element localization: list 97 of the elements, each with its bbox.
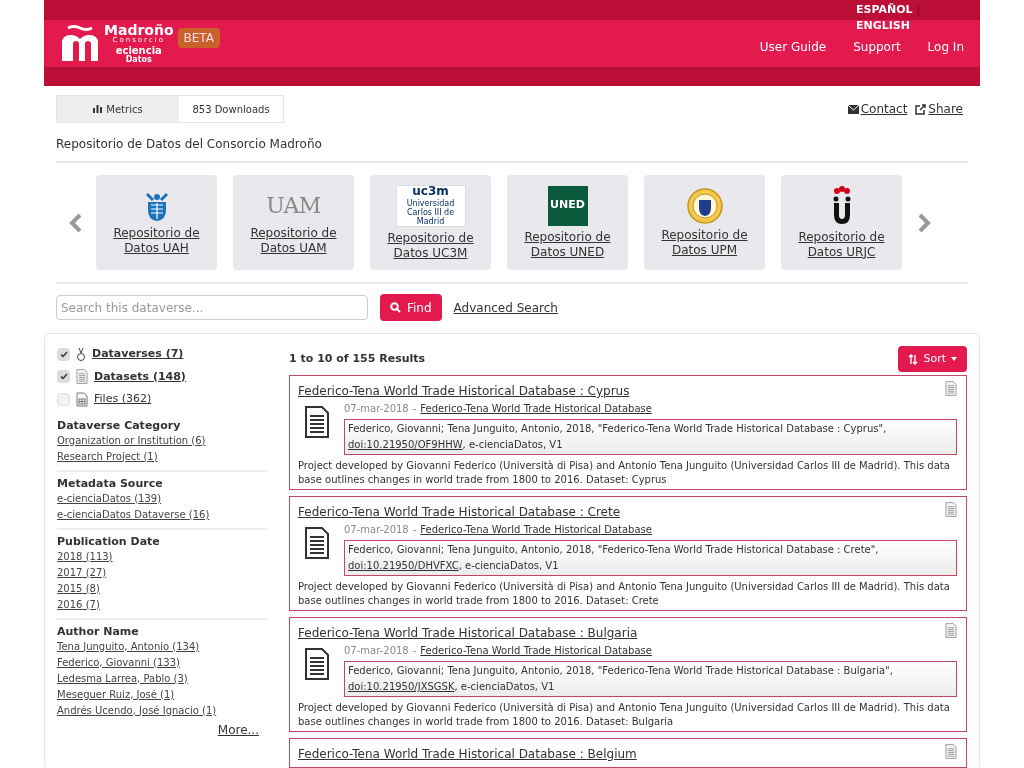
dataset-icon bbox=[945, 381, 957, 396]
type-checkbox[interactable] bbox=[57, 347, 70, 361]
sort-button[interactable]: Sort bbox=[898, 346, 967, 372]
contact-link[interactable]: Contact bbox=[847, 100, 908, 118]
check-icon bbox=[59, 373, 68, 381]
seal-logo bbox=[686, 187, 723, 224]
repository-link[interactable]: Repositorio de Datos URJC bbox=[791, 229, 892, 260]
nav-link[interactable]: Log In bbox=[927, 37, 964, 56]
result-title-link[interactable]: Federico-Tena World Trade Historical Database : Bulgaria bbox=[298, 626, 638, 640]
parent-dataverse-link[interactable]: Federico-Tena World Trade Historical Database bbox=[420, 402, 652, 416]
facet-link[interactable]: Ledesma Larrea, Pablo (3) bbox=[57, 672, 188, 684]
repository-link[interactable]: Repositorio de Datos UNED bbox=[517, 229, 618, 260]
file-icon bbox=[76, 391, 88, 407]
uc3m-logo: uc3m Universidad Carlos III de Madrid bbox=[395, 184, 466, 227]
dataverse-description: Repositorio de Datos del Consorcio Madroño bbox=[56, 135, 968, 163]
result-date: 07-mar-2018 bbox=[344, 644, 409, 658]
dataset-icon bbox=[304, 648, 330, 680]
result-title-link[interactable]: Federico-Tena World Trade Historical Database : Belgium bbox=[298, 747, 637, 761]
date-separator: - bbox=[412, 523, 417, 537]
nav-link[interactable]: Support bbox=[853, 37, 901, 56]
facet-heading: Publication Date bbox=[57, 533, 161, 549]
sort-icon bbox=[908, 353, 919, 365]
dataset-icon bbox=[304, 527, 330, 559]
repository-card[interactable]: Repositorio de Datos UPM bbox=[644, 175, 765, 270]
envelope-icon bbox=[847, 104, 859, 114]
doi-link[interactable]: doi:10.21950/DHVFXC bbox=[348, 560, 459, 571]
result-title-link[interactable]: Federico-Tena World Trade Historical Database : Crete bbox=[298, 505, 621, 519]
facet-link[interactable]: 2016 (7) bbox=[57, 598, 100, 610]
facet-link[interactable]: Meseguer Ruiz, José (1) bbox=[57, 688, 175, 700]
facet-heading: Author Name bbox=[57, 623, 140, 639]
uam-logo: UAM bbox=[266, 192, 321, 220]
find-button[interactable]: Find bbox=[380, 294, 442, 321]
citation: Federico, Giovanni; Tena Junguito, Antonio, 2018, "Federico-Tena World Trade Historical Database : Cyprus", doi:10.21950/OF9HHW, e-cienciaDatos, V1 bbox=[344, 419, 957, 455]
result-date: 07-mar-2018 bbox=[344, 523, 409, 537]
parent-dataverse-link[interactable]: Federico-Tena World Trade Historical Database bbox=[420, 523, 652, 537]
repository-card[interactable]: UAM Repositorio de Datos UAM bbox=[233, 175, 354, 270]
dataset-icon bbox=[945, 502, 957, 517]
facet-link[interactable]: 2015 (8) bbox=[57, 582, 100, 594]
facet-link[interactable]: Tena Junguito, Antonio (134) bbox=[57, 640, 200, 652]
parent-dataverse-link[interactable]: Federico-Tena World Trade Historical Database bbox=[420, 644, 652, 658]
facet-link[interactable]: e-cienciaDatos (139) bbox=[57, 492, 162, 504]
facet-link[interactable]: Organization or Institution (6) bbox=[57, 434, 206, 446]
repository-card[interactable]: Repositorio de Datos UAH bbox=[96, 175, 217, 270]
facet-link[interactable]: Federico, Giovanni (133) bbox=[57, 656, 180, 668]
facet-link[interactable]: 2017 (27) bbox=[57, 566, 107, 578]
caret-icon bbox=[951, 357, 957, 361]
type-filter-link[interactable]: Datasets (148) bbox=[94, 368, 186, 385]
nav-link[interactable]: User Guide bbox=[759, 37, 827, 56]
beta-badge: BETA bbox=[177, 27, 220, 48]
result-description: Project developed by Giovanni Federico (Università di Pisa) and Antonio Tena Junguito (Universidad Carlos III de Madrid). This data base outlines changes in world trade from 1800 to 2016. Dataset: Cyprus bbox=[298, 459, 951, 487]
more-link[interactable]: More... bbox=[217, 722, 259, 737]
result-description: Project developed by Giovanni Federico (Università di Pisa) and Antonio Tena Junguito (Universidad Carlos III de Madrid). This data base outlines changes in world trade from 1800 to 2016. Dataset: Crete bbox=[298, 580, 951, 608]
type-checkbox[interactable] bbox=[57, 370, 70, 384]
result-description: Project developed by Giovanni Federico (Università di Pisa) and Antonio Tena Junguito (Universidad Carlos III de Madrid). This data base outlines changes in world trade from 1800 to 2016. Dataset: Bulgaria bbox=[298, 701, 951, 729]
repository-link[interactable]: Repositorio de Datos UPM bbox=[654, 227, 755, 258]
logo-mark-icon bbox=[60, 24, 100, 63]
dataset-icon bbox=[945, 623, 957, 638]
date-separator: - bbox=[412, 402, 417, 416]
facet-link[interactable]: Research Project (1) bbox=[57, 450, 158, 462]
date-separator: - bbox=[412, 644, 417, 658]
facet-heading: Metadata Source bbox=[57, 475, 164, 491]
bar-chart-icon bbox=[93, 105, 103, 113]
language-link[interactable]: ENGLISH bbox=[856, 18, 910, 34]
repository-card[interactable]: UNED Repositorio de Datos UNED bbox=[507, 175, 628, 270]
repository-card[interactable]: uc3m Universidad Carlos III de Madrid Repositorio de Datos UC3M bbox=[370, 175, 491, 270]
type-filter-link[interactable]: Files (362) bbox=[94, 391, 152, 408]
dataset-icon bbox=[945, 744, 957, 759]
language-separator: | bbox=[916, 2, 921, 18]
language-link[interactable]: ESPAÑOL bbox=[856, 2, 913, 18]
citation: Federico, Giovanni; Tena Junguito, Antonio, 2018, "Federico-Tena World Trade Historical Database : Crete", doi:10.21950/DHVFXC, e-cienciaDatos, V1 bbox=[344, 540, 957, 576]
repository-link[interactable]: Repositorio de Datos UAM bbox=[243, 226, 344, 256]
facet-link[interactable]: 2018 (113) bbox=[57, 550, 113, 562]
results-count: 1 to 10 of 155 Results bbox=[289, 350, 426, 367]
doi-link[interactable]: doi:10.21950/JXSGSK bbox=[348, 681, 455, 692]
repository-link[interactable]: Repositorio de Datos UC3M bbox=[380, 230, 481, 261]
type-checkbox[interactable] bbox=[57, 392, 70, 406]
result-date: 07-mar-2018 bbox=[344, 402, 409, 416]
uned-logo: UNED bbox=[547, 185, 588, 226]
citation: Federico, Giovanni; Tena Junguito, Antonio, 2018, "Federico-Tena World Trade Historical Database : Bulgaria", doi:10.21950/JXSGSK, e-cienciaDatos, V1 bbox=[344, 661, 957, 697]
dataset-icon bbox=[304, 406, 330, 438]
document-icon bbox=[76, 369, 88, 385]
facet-link[interactable]: Andrés Ucendo, José Ignacio (1) bbox=[57, 704, 217, 716]
share-icon bbox=[915, 103, 927, 115]
advanced-search-link[interactable]: Advanced Search bbox=[453, 298, 558, 317]
type-filter-link[interactable]: Dataverses (7) bbox=[92, 346, 184, 363]
facet-link[interactable]: e-cienciaDatos Dataverse (16) bbox=[57, 508, 210, 520]
doi-link[interactable]: doi:10.21950/OF9HHW bbox=[348, 439, 463, 450]
search-field[interactable]: Search this dataverse... bbox=[56, 295, 368, 320]
facet-heading: Dataverse Category bbox=[57, 417, 182, 433]
search-icon bbox=[390, 302, 401, 313]
result-title-link[interactable]: Federico-Tena World Trade Historical Database : Cyprus bbox=[298, 384, 630, 398]
repository-link[interactable]: Repositorio de Datos UAH bbox=[106, 225, 207, 256]
check-icon bbox=[59, 350, 68, 358]
metrics-tab[interactable]: Metrics bbox=[57, 96, 179, 122]
dataverse-icon bbox=[76, 346, 86, 362]
repository-card[interactable]: Repositorio de Datos URJC bbox=[781, 175, 902, 270]
share-link[interactable]: Share bbox=[915, 100, 963, 118]
